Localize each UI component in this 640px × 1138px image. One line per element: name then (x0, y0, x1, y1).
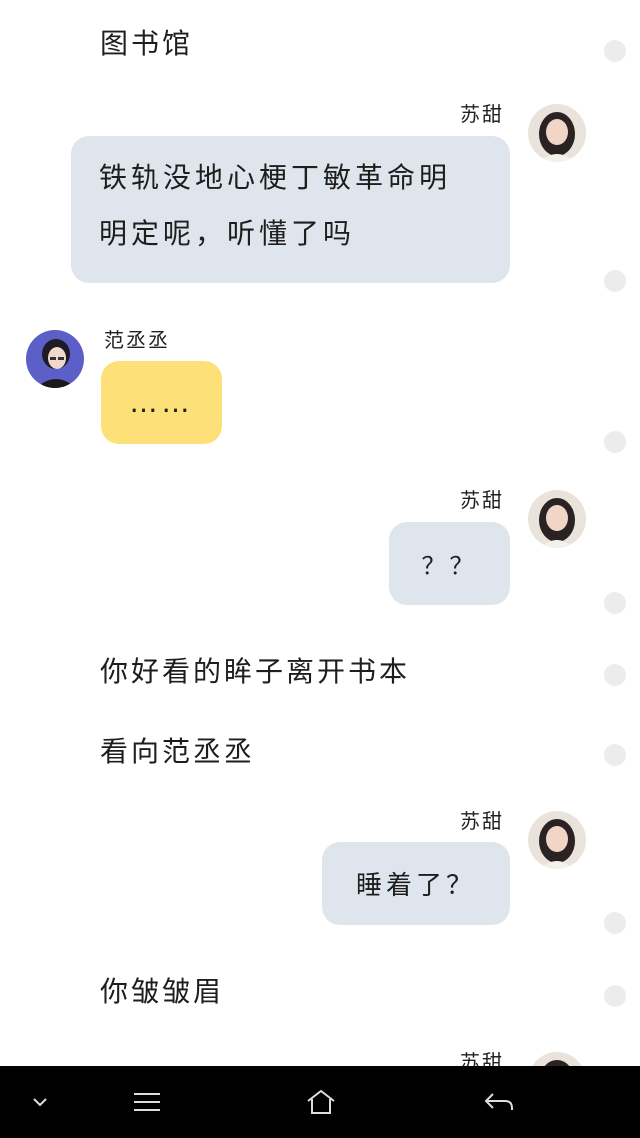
narration-library: 图书馆 (100, 27, 194, 60)
home-icon[interactable] (300, 1066, 342, 1138)
message-bubble[interactable]: 睡着了？ (322, 842, 510, 925)
message-text: ？？ (421, 552, 478, 580)
status-dot (604, 592, 626, 614)
status-dot (604, 744, 626, 766)
chevron-down-icon[interactable] (20, 1066, 60, 1138)
system-nav-bar (0, 1066, 640, 1138)
message-text-line: 明定呢，听懂了吗 (99, 217, 356, 250)
back-icon[interactable] (478, 1066, 520, 1138)
message-text-line: 铁轨没地心梗丁敏革命明 (99, 161, 452, 194)
sender-name: 苏甜 (460, 809, 504, 833)
message-text: …… (129, 386, 194, 419)
status-dot (604, 664, 626, 686)
message-bubble[interactable]: ？？ (389, 522, 510, 605)
message-bubble[interactable]: …… (101, 361, 222, 444)
narration-text: 看向范丞丞 (100, 735, 256, 768)
sender-name: 苏甜 (460, 488, 504, 512)
status-dot (604, 40, 626, 62)
message-text: 睡着了？ (355, 871, 476, 901)
message-bubble[interactable]: 铁轨没地心梗丁敏革命明 明定呢，听懂了吗 (71, 136, 510, 283)
sender-name: 范丞丞 (104, 328, 170, 352)
girl-avatar[interactable] (528, 490, 586, 548)
status-dot (604, 431, 626, 453)
narration-text: 你好看的眸子离开书本 (100, 655, 411, 688)
girl-avatar[interactable] (528, 104, 586, 162)
sender-name: 苏甜 (460, 102, 504, 126)
boy-avatar[interactable] (26, 330, 84, 388)
girl-avatar[interactable] (528, 811, 586, 869)
status-dot (604, 985, 626, 1007)
narration-text: 你皱皱眉 (100, 975, 225, 1008)
status-dot (604, 912, 626, 934)
menu-icon[interactable] (126, 1066, 168, 1138)
status-dot (604, 270, 626, 292)
